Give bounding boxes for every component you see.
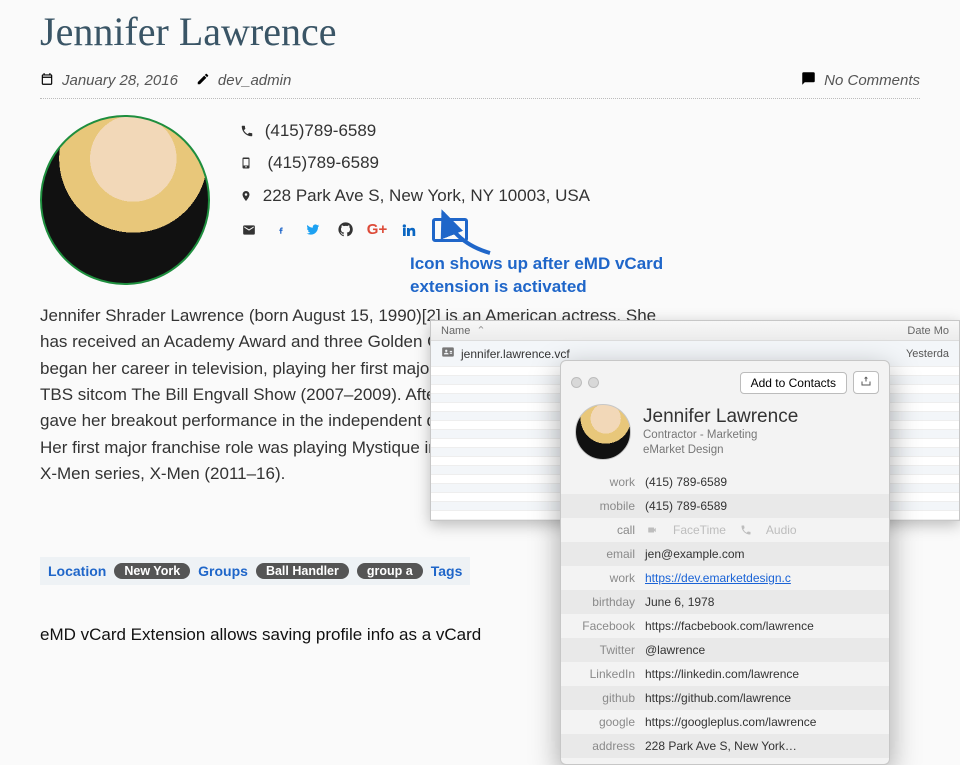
k-birthday: birthday xyxy=(575,595,645,609)
calendar-icon xyxy=(40,72,54,90)
group-pill-1[interactable]: Ball Handler xyxy=(256,563,349,579)
address-value: 228 Park Ave S, New York, NY 10003, USA xyxy=(263,186,590,205)
phone-line: (415)789-6589 xyxy=(240,115,590,147)
vcf-file-icon xyxy=(441,345,455,362)
taxonomy-row: Location New York Groups Ball Handler gr… xyxy=(40,557,470,585)
arrow-annotation xyxy=(440,208,500,258)
post-meta: January 28, 2016 dev_admin No Comments xyxy=(40,71,920,99)
k-email: email xyxy=(575,547,645,561)
v-birthday: June 6, 1978 xyxy=(645,595,714,609)
tags-label[interactable]: Tags xyxy=(431,563,463,579)
vcard-company: eMarket Design xyxy=(643,443,798,458)
v-github: https://github.com/lawrence xyxy=(645,691,791,705)
location-label[interactable]: Location xyxy=(48,563,106,579)
v-mobile: (415) 789-6589 xyxy=(645,499,727,513)
k-linkedin: LinkedIn xyxy=(575,667,645,681)
k-google: google xyxy=(575,715,645,729)
k-work-url: work xyxy=(575,571,645,585)
vcard-role: Contractor - Marketing xyxy=(643,428,798,443)
audio-label[interactable]: Audio xyxy=(766,523,797,537)
post-author[interactable]: dev_admin xyxy=(218,72,291,89)
k-work-phone: work xyxy=(575,475,645,489)
post-date: January 28, 2016 xyxy=(62,72,178,89)
v-linkedin: https://linkedin.com/lawrence xyxy=(645,667,799,681)
vcard-name: Jennifer Lawrence xyxy=(643,406,798,428)
github-icon[interactable] xyxy=(336,221,354,239)
page-title: Jennifer Lawrence xyxy=(40,8,920,55)
v-twitter: @lawrence xyxy=(645,643,705,657)
location-pill[interactable]: New York xyxy=(114,563,190,579)
callout-text: Icon shows up after eMD vCard extension … xyxy=(410,253,690,299)
avatar xyxy=(40,115,210,285)
v-work-phone: (415) 789-6589 xyxy=(645,475,727,489)
v-address: 228 Park Ave S, New York… xyxy=(645,739,797,753)
add-to-contacts-button[interactable]: Add to Contacts xyxy=(740,372,847,394)
quicklook-panel: Add to Contacts Jennifer Lawrence Contra… xyxy=(560,360,890,765)
finder-filedate: Yesterda xyxy=(906,348,949,360)
k-facebook: Facebook xyxy=(575,619,645,633)
comments-link[interactable]: No Comments xyxy=(824,72,920,89)
mobile-value: (415)789-6589 xyxy=(267,153,379,172)
linkedin-icon[interactable] xyxy=(400,221,418,239)
vcard-avatar xyxy=(575,404,631,460)
sort-caret-icon[interactable]: ⌃ xyxy=(476,324,485,337)
social-row: G+ xyxy=(240,218,590,242)
finder-filename: jennifer.lawrence.vcf xyxy=(461,347,570,361)
k-mobile: mobile xyxy=(575,499,645,513)
v-google: https://googleplus.com/lawrence xyxy=(645,715,816,729)
twitter-icon[interactable] xyxy=(304,221,322,239)
email-icon[interactable] xyxy=(240,221,258,239)
groups-label[interactable]: Groups xyxy=(198,563,248,579)
phone-value: (415)789-6589 xyxy=(265,121,377,140)
k-twitter: Twitter xyxy=(575,643,645,657)
finder-col-name[interactable]: Name xyxy=(441,325,470,337)
pencil-icon xyxy=(196,72,210,90)
share-button[interactable] xyxy=(853,371,879,394)
v-email: jen@example.com xyxy=(645,547,745,561)
v-facebook: https://facbebook.com/lawrence xyxy=(645,619,814,633)
address-line: 228 Park Ave S, New York, NY 10003, USA xyxy=(240,180,590,212)
googleplus-icon[interactable]: G+ xyxy=(368,221,386,239)
facebook-icon[interactable] xyxy=(272,221,290,239)
k-address: address xyxy=(575,739,645,753)
group-pill-2[interactable]: group a xyxy=(357,563,423,579)
min-dot-icon[interactable] xyxy=(588,377,599,388)
comment-icon xyxy=(801,71,816,90)
k-github: github xyxy=(575,691,645,705)
close-dot-icon[interactable] xyxy=(571,377,582,388)
mobile-line: (415)789-6589 xyxy=(240,147,590,179)
facetime-label[interactable]: FaceTime xyxy=(673,523,726,537)
k-call: call xyxy=(575,523,645,537)
v-work-url[interactable]: https://dev.emarketdesign.c xyxy=(645,571,791,585)
finder-col-date[interactable]: Date Mo xyxy=(907,325,949,337)
